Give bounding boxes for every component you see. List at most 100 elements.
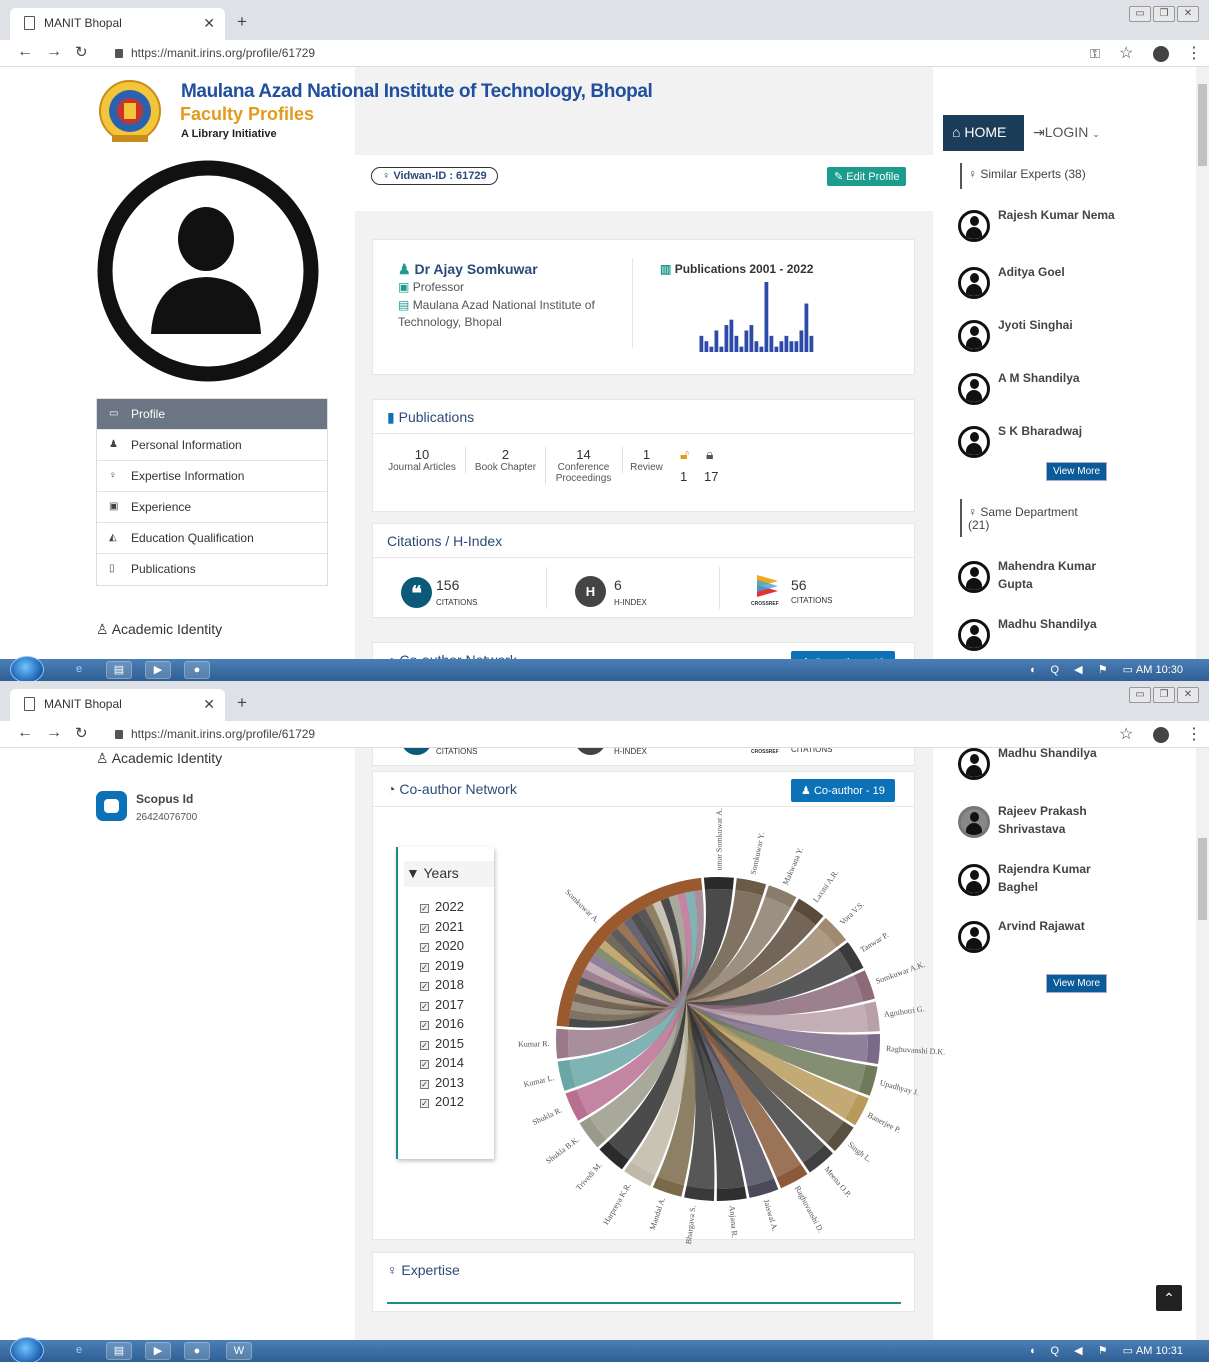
crossref-citations-value[interactable]: 56	[791, 577, 807, 593]
back-icon[interactable]: ←	[17, 43, 33, 61]
year-checkbox[interactable]: ✓ 2014	[420, 1055, 494, 1075]
coauthor-label[interactable]: Tanwar P.	[859, 931, 891, 955]
year-checkbox[interactable]: ✓ 2016	[420, 1016, 494, 1036]
menu-item-education-qualification[interactable]: ◭ Education Qualification	[97, 523, 327, 554]
expert-item[interactable]: Rajesh Kumar Nema	[958, 206, 1158, 246]
view-more-button[interactable]: View More	[1046, 974, 1108, 993]
coauthor-label[interactable]: Vora V.S.	[838, 900, 866, 927]
stat-journal[interactable]: 10 Journal Articles	[385, 447, 459, 473]
coauthor-label[interactable]: Bhargava S.	[684, 1205, 698, 1245]
browser-tab[interactable]: MANIT Bhopal ✕	[10, 8, 225, 40]
scrollbar[interactable]	[1196, 67, 1209, 659]
bookmark-star-icon[interactable]: ☆	[1119, 724, 1133, 744]
account-icon[interactable]	[1153, 46, 1169, 62]
minimize-icon[interactable]: ▭	[1129, 687, 1151, 703]
nav-login[interactable]: ⇥LOGIN ⌄	[1033, 124, 1100, 141]
coauthor-label[interactable]: Upadhyay J.	[879, 1078, 920, 1097]
menu-icon[interactable]: ⋮	[1186, 724, 1202, 744]
coauthor-label[interactable]: Somkuwar A.	[563, 887, 601, 924]
expert-item[interactable]: Mahendra Kumar Gupta	[958, 557, 1158, 597]
stat-review[interactable]: 1 Review	[622, 447, 670, 473]
year-checkbox[interactable]: ✓ 2018	[420, 977, 494, 997]
h-index-value[interactable]: 6	[614, 577, 622, 593]
coauthor-label[interactable]: Makwana Y.	[781, 846, 805, 886]
coauthor-label[interactable]: Meena O.P.	[822, 1165, 853, 1199]
coauthor-label[interactable]: Jaiswal A.	[762, 1198, 780, 1232]
vidwan-id-badge[interactable]: ♀ Vidwan-ID : 61729	[371, 167, 498, 185]
close-window-icon[interactable]: ✕	[1177, 687, 1199, 703]
system-tray[interactable]: ◖ Q ◀ ⚑ ▭	[1029, 1344, 1139, 1357]
expert-item[interactable]: Aditya Goel	[958, 263, 1158, 303]
start-button[interactable]	[10, 1337, 44, 1362]
url-field[interactable]: https://manit.irins.org/profile/61729	[115, 727, 315, 741]
coauthor-label[interactable]: Harpreya K.R.	[601, 1182, 632, 1227]
year-checkbox[interactable]: ✓ 2012	[420, 1094, 494, 1114]
media-player-icon[interactable]: ▶	[145, 1342, 171, 1360]
scopus-citations-value[interactable]: 156	[436, 577, 459, 593]
view-more-button[interactable]: View More	[1046, 462, 1108, 481]
scrollbar[interactable]	[1196, 748, 1209, 1340]
expert-item[interactable]: Rajeev Prakash Shrivastava	[958, 802, 1158, 842]
back-icon[interactable]: ←	[17, 724, 33, 742]
stat-book-chapter[interactable]: 2 Book Chapter	[465, 447, 545, 473]
edit-profile-button[interactable]: ✎ Edit Profile	[827, 167, 907, 186]
media-player-icon[interactable]: ▶	[145, 661, 171, 679]
system-tray[interactable]: ◖ Q ◀ ⚑ ▭	[1029, 663, 1139, 676]
menu-item-profile[interactable]: ▭ Profile	[97, 399, 327, 430]
new-tab-icon[interactable]: +	[237, 693, 247, 713]
year-checkbox[interactable]: ✓ 2020	[420, 938, 494, 958]
menu-item-personal-information[interactable]: ♟ Personal Information	[97, 430, 327, 461]
year-checkbox[interactable]: ✓ 2021	[420, 919, 494, 939]
coauthor-label[interactable]: Shukla B.K.	[544, 1135, 581, 1166]
bookmark-star-icon[interactable]: ☆	[1119, 43, 1133, 63]
forward-icon[interactable]: →	[46, 43, 62, 61]
expert-item[interactable]: A M Shandilya	[958, 369, 1158, 409]
folder-icon[interactable]: ▤	[106, 1342, 132, 1360]
institute-title[interactable]: Maulana Azad National Institute of Techn…	[181, 81, 653, 103]
folder-icon[interactable]: ▤	[106, 661, 132, 679]
scrollbar-thumb[interactable]	[1198, 84, 1207, 166]
coauthor-label[interactable]: Somkuwar Y.	[748, 831, 766, 875]
stat-conference[interactable]: 14 Conference Proceedings	[545, 447, 621, 484]
new-tab-icon[interactable]: +	[237, 12, 247, 32]
ie-icon[interactable]: e	[66, 661, 92, 679]
coauthor-label[interactable]: umar Somkuwar A.	[714, 808, 723, 870]
expert-item[interactable]: Madhu Shandilya	[958, 615, 1158, 655]
url-field[interactable]: https://manit.irins.org/profile/61729	[115, 46, 315, 60]
coauthor-label[interactable]: Trivedi M.	[574, 1161, 604, 1193]
start-button[interactable]	[10, 656, 44, 681]
key-icon[interactable]: ⚿	[1090, 46, 1100, 62]
closed-access-count[interactable]: 17	[704, 469, 718, 484]
year-checkbox[interactable]: ✓ 2019	[420, 958, 494, 978]
year-checkbox[interactable]: ✓ 2017	[420, 997, 494, 1017]
coauthor-label[interactable]: Raghuvanshi D.	[793, 1184, 825, 1234]
scopus-id-label[interactable]: Scopus Id	[136, 792, 193, 806]
coauthor-label[interactable]: Kumar L.	[522, 1073, 554, 1089]
forward-icon[interactable]: →	[46, 724, 62, 742]
coauthor-label[interactable]: Banerjee P.	[866, 1110, 902, 1134]
expert-item[interactable]: Arvind Rajawat	[958, 917, 1158, 957]
reload-icon[interactable]: ↻	[75, 43, 88, 61]
coauthor-label[interactable]: Mandal A.	[648, 1196, 667, 1231]
close-tab-icon[interactable]: ✕	[203, 15, 215, 32]
expert-item[interactable]: Rajendra Kumar Baghel	[958, 860, 1158, 900]
coauthor-label[interactable]: Raghuvanshi D.K.	[885, 1044, 945, 1057]
coauthor-label[interactable]: Laxmi A.R.	[811, 868, 840, 904]
year-checkbox[interactable]: ✓ 2022	[420, 899, 494, 919]
menu-item-expertise-information[interactable]: ♀ Expertise Information	[97, 461, 327, 492]
expert-item[interactable]: Madhu Shandilya	[958, 748, 1158, 784]
menu-item-publications[interactable]: ▯ Publications	[97, 554, 327, 585]
minimize-icon[interactable]: ▭	[1129, 6, 1151, 22]
year-checkbox[interactable]: ✓ 2015	[420, 1036, 494, 1056]
menu-item-experience[interactable]: ▣ Experience	[97, 492, 327, 523]
coauthor-button[interactable]: ♟ Co-author - 19	[791, 651, 895, 659]
coauthor-label[interactable]: Kumar R.	[518, 1039, 550, 1049]
scroll-to-top-button[interactable]: ⌃	[1156, 1285, 1182, 1311]
expert-item[interactable]: S K Bharadwaj	[958, 422, 1158, 462]
chrome-icon[interactable]: ●	[184, 1342, 210, 1360]
coauthor-label[interactable]: Anjana R.	[728, 1205, 740, 1238]
chrome-icon[interactable]: ●	[184, 661, 210, 679]
scrollbar-thumb[interactable]	[1198, 838, 1207, 920]
menu-icon[interactable]: ⋮	[1186, 43, 1202, 63]
year-checkbox[interactable]: ✓ 2013	[420, 1075, 494, 1095]
